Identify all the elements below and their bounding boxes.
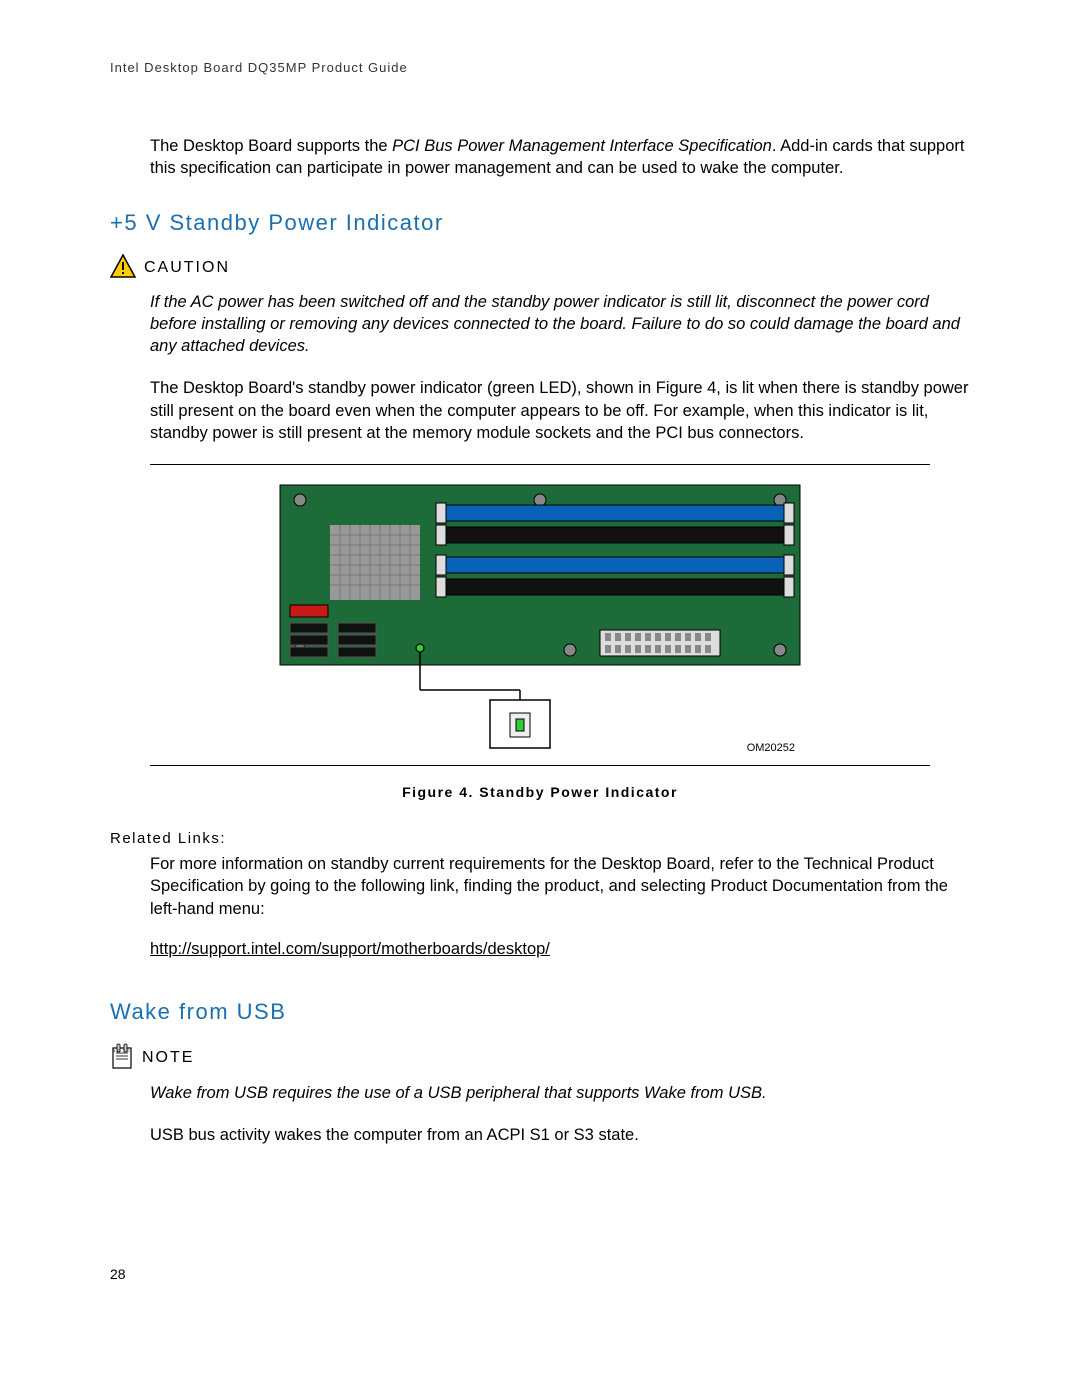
note-icon: NOTE	[110, 1043, 134, 1074]
caution-text: If the AC power has been switched off an…	[150, 291, 970, 358]
related-links-label: Related Links:	[110, 830, 970, 847]
page-number: 28	[110, 1266, 970, 1282]
note-text: Wake from USB requires the use of a USB …	[150, 1082, 970, 1104]
caution-heading: CAUTION	[110, 254, 970, 283]
svg-text:NOTE: NOTE	[112, 1048, 131, 1053]
related-links-text: For more information on standby current …	[150, 853, 970, 920]
figure-container: OM20252	[150, 464, 930, 766]
intro-italic: PCI Bus Power Management Interface Speci…	[392, 137, 772, 155]
intro-paragraph: The Desktop Board supports the PCI Bus P…	[150, 135, 970, 180]
note-heading: NOTE NOTE	[110, 1043, 970, 1074]
caution-label: CAUTION	[144, 259, 230, 277]
intro-part1: The Desktop Board supports the	[150, 137, 392, 155]
caution-icon	[110, 254, 136, 283]
figure-caption: Figure 4. Standby Power Indicator	[110, 784, 970, 800]
page-header: Intel Desktop Board DQ35MP Product Guide	[110, 60, 970, 75]
standby-power-heading: +5 V Standby Power Indicator	[110, 210, 970, 236]
figure-id: OM20252	[747, 742, 795, 754]
document-page: Intel Desktop Board DQ35MP Product Guide…	[0, 0, 1080, 1342]
standby-body: The Desktop Board's standby power indica…	[150, 377, 970, 444]
motherboard-figure: OM20252	[260, 475, 820, 755]
note-label: NOTE	[142, 1049, 194, 1067]
support-link[interactable]: http://support.intel.com/support/motherb…	[150, 940, 550, 959]
wake-usb-heading: Wake from USB	[110, 999, 970, 1025]
wake-usb-body: USB bus activity wakes the computer from…	[150, 1124, 970, 1146]
